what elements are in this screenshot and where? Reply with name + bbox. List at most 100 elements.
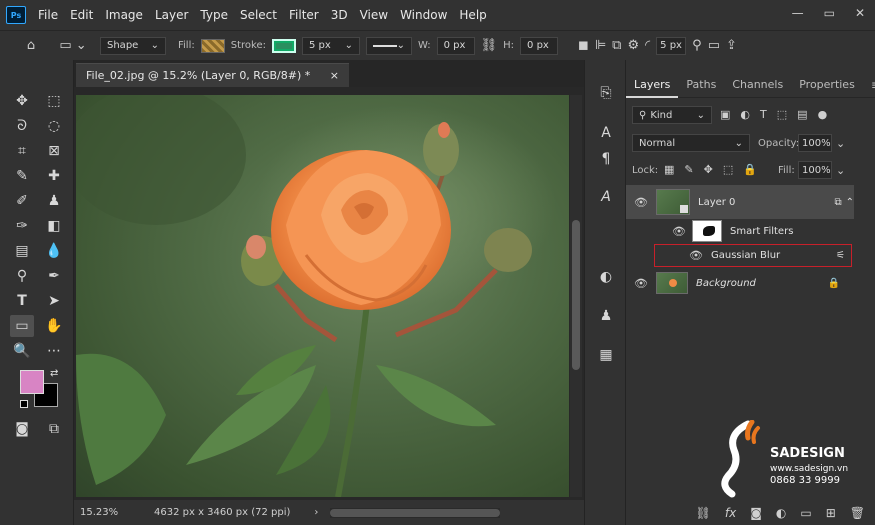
tab-channels[interactable]: Channels — [724, 78, 791, 91]
fill-dropdown-icon[interactable]: ⌄ — [836, 164, 845, 177]
document-close-icon[interactable]: × — [330, 69, 339, 82]
hand-tool-icon[interactable]: ✋ — [42, 315, 66, 337]
paragraph-icon[interactable]: ¶ — [594, 148, 618, 170]
new-adjustment-icon[interactable]: ◐ — [776, 506, 786, 520]
search-icon[interactable]: ⚲ — [692, 38, 702, 53]
screen-mode-icon[interactable]: ⧉ — [42, 418, 66, 440]
history-brush-tool-icon[interactable]: ✑ — [10, 215, 34, 237]
brush-tool-icon[interactable]: ✐ — [10, 190, 34, 212]
pen-tool-icon[interactable]: ✒ — [42, 265, 66, 287]
history-icon[interactable]: ⎘ — [594, 82, 618, 104]
lock-position-icon[interactable]: ✥ — [704, 163, 713, 176]
kind-filter-select[interactable]: ⚲ Kind ⌄ — [632, 106, 712, 124]
visibility-eye-icon[interactable]: 👁 — [630, 196, 652, 209]
menu-layer[interactable]: Layer — [149, 8, 194, 22]
blend-mode-select[interactable]: Normal ⌄ — [632, 134, 750, 152]
clone-stamp-tool-icon[interactable]: ♟ — [42, 190, 66, 212]
more-tools-icon[interactable]: ⋯ — [42, 340, 66, 362]
move-tool-icon[interactable]: ✥ — [10, 90, 34, 112]
stroke-type-select[interactable]: ⌄ — [365, 36, 412, 55]
glyphs-icon[interactable]: A — [594, 186, 618, 208]
path-arrangement-icon[interactable]: ⧉ — [612, 38, 621, 53]
adjustments-icon[interactable]: ◐ — [594, 266, 618, 288]
menu-file[interactable]: File — [32, 8, 64, 22]
menu-edit[interactable]: Edit — [64, 8, 99, 22]
shape-mode-select[interactable]: Shape ⌄ — [100, 36, 166, 55]
workspace-icon[interactable]: ▭ — [708, 38, 720, 53]
layer-name[interactable]: Gaussian Blur — [711, 250, 780, 261]
eyedropper-tool-icon[interactable]: ✎ — [10, 165, 34, 187]
opacity-input[interactable]: 100% — [798, 134, 832, 152]
stroke-swatch[interactable] — [271, 38, 296, 53]
healing-brush-tool-icon[interactable]: ✚ — [42, 165, 66, 187]
lock-artboard-icon[interactable]: ⬚ — [723, 163, 733, 176]
document-tab[interactable]: File_02.jpg @ 15.2% (Layer 0, RGB/8#) * … — [76, 63, 349, 87]
delete-layer-icon[interactable]: 🗑 — [850, 506, 865, 520]
blur-tool-icon[interactable]: 💧 — [42, 240, 66, 262]
frame-tool-icon[interactable]: ⊠ — [42, 140, 66, 162]
fill-swatch[interactable] — [200, 38, 225, 53]
menu-image[interactable]: Image — [99, 8, 149, 22]
fx-icon[interactable]: fx — [725, 506, 736, 520]
layer-name[interactable]: Smart Filters — [730, 226, 793, 237]
tool-presets-icon[interactable]: ▦ — [594, 344, 618, 366]
status-chevron-icon[interactable]: › — [314, 507, 318, 518]
menu-select[interactable]: Select — [234, 8, 283, 22]
zoom-level[interactable]: 15.23% — [80, 507, 140, 518]
layer-row-smart-filters[interactable]: 👁 Smart Filters — [626, 219, 854, 243]
swap-colors-icon[interactable]: ⇄ — [50, 368, 58, 379]
filter-blending-options-icon[interactable]: ⚟ — [836, 250, 845, 261]
tab-properties[interactable]: Properties — [791, 78, 863, 91]
menu-3d[interactable]: 3D — [325, 8, 354, 22]
add-mask-icon[interactable]: ◙ — [750, 506, 762, 520]
width-input[interactable]: 0 px — [436, 36, 475, 55]
visibility-eye-icon[interactable]: 👁 — [668, 225, 690, 238]
horizontal-scrollbar[interactable] — [330, 507, 501, 518]
horizontal-scroll-thumb[interactable] — [330, 508, 501, 517]
menu-view[interactable]: View — [354, 8, 394, 22]
lock-all-icon[interactable]: 🔒 — [743, 163, 757, 176]
filter-type-icon[interactable]: T — [760, 108, 767, 121]
close-button[interactable]: ✕ — [855, 6, 865, 20]
filter-toggle-icon[interactable]: ● — [818, 108, 828, 121]
opacity-dropdown-icon[interactable]: ⌄ — [836, 137, 845, 150]
menu-help[interactable]: Help — [453, 8, 492, 22]
lock-pixels-icon[interactable]: ✎ — [684, 163, 693, 176]
lasso-tool-icon[interactable]: ᘐ — [10, 115, 34, 137]
visibility-eye-icon[interactable]: 👁 — [630, 277, 652, 290]
foreground-color-swatch[interactable] — [20, 370, 44, 394]
path-operations-icon[interactable]: ◼ — [578, 38, 589, 53]
link-icon[interactable]: ⛓ — [481, 38, 498, 53]
layer-name[interactable]: Layer 0 — [698, 197, 735, 208]
path-alignment-icon[interactable]: ⊫ — [595, 38, 606, 53]
menu-type[interactable]: Type — [194, 8, 234, 22]
filter-adjustment-icon[interactable]: ◐ — [740, 108, 750, 121]
link-layers-icon[interactable]: ⛓ — [696, 506, 711, 520]
object-select-tool-icon[interactable]: ◌ — [42, 115, 66, 137]
radius-input[interactable]: 5 px — [656, 36, 687, 55]
stroke-size-input[interactable]: 5 px ⌄ — [301, 36, 360, 55]
tab-paths[interactable]: Paths — [678, 78, 724, 91]
rectangle-tool-icon[interactable]: ▭ — [10, 315, 34, 337]
minimize-button[interactable]: — — [792, 6, 804, 20]
dodge-tool-icon[interactable]: ⚲ — [10, 265, 34, 287]
vertical-scroll-thumb[interactable] — [572, 220, 580, 370]
fill-input[interactable]: 100% — [798, 161, 832, 179]
layer-row-gaussian-blur[interactable]: 👁 Gaussian Blur ⚟ — [654, 244, 852, 267]
menu-filter[interactable]: Filter — [283, 8, 325, 22]
new-group-icon[interactable]: ▭ — [800, 506, 811, 520]
crop-tool-icon[interactable]: ⌗ — [10, 140, 34, 162]
type-tool-icon[interactable]: T — [10, 290, 34, 312]
expand-chevron-icon[interactable]: ⌃ — [846, 197, 854, 208]
path-selection-tool-icon[interactable]: ➤ — [42, 290, 66, 312]
tab-layers[interactable]: Layers — [626, 78, 679, 98]
layer-name[interactable]: Background — [696, 278, 756, 289]
gear-icon[interactable]: ⚙ — [627, 38, 639, 53]
eraser-tool-icon[interactable]: ◧ — [42, 215, 66, 237]
visibility-eye-icon[interactable]: 👁 — [685, 249, 707, 262]
new-layer-icon[interactable]: ⊞ — [826, 506, 836, 520]
menu-window[interactable]: Window — [394, 8, 453, 22]
panel-menu-icon[interactable]: ≡ — [863, 78, 875, 92]
layer-row-background[interactable]: 👁 Background 🔒 — [626, 268, 854, 298]
gradient-tool-icon[interactable]: ▤ — [10, 240, 34, 262]
